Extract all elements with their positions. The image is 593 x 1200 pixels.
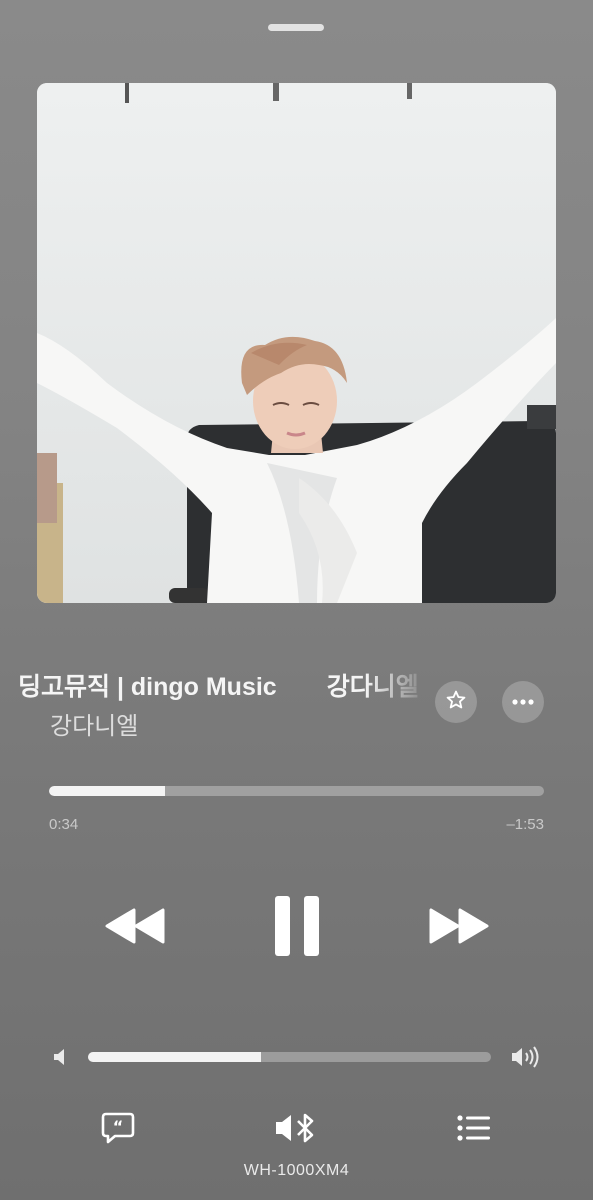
track-title-marquee: 딩고뮤직 | dingo Music 강다니엘 bbox=[0, 665, 430, 705]
fast-forward-icon bbox=[428, 907, 490, 950]
track-title: 딩고뮤직 | dingo Music bbox=[18, 673, 277, 701]
queue-button[interactable] bbox=[454, 1112, 494, 1148]
speaker-low-icon bbox=[52, 1047, 68, 1072]
lyrics-button[interactable]: “ bbox=[98, 1112, 138, 1148]
volume-slider[interactable] bbox=[88, 1052, 491, 1062]
pause-button[interactable] bbox=[268, 895, 326, 962]
volume-level-fill bbox=[88, 1052, 262, 1062]
ellipsis-icon bbox=[511, 693, 535, 711]
bluetooth-speaker-icon bbox=[274, 1112, 318, 1149]
pause-icon bbox=[273, 895, 321, 962]
sheet-grabber[interactable] bbox=[268, 24, 324, 31]
playback-progress-fill bbox=[49, 786, 166, 796]
artist-name[interactable]: 강다니엘 bbox=[50, 706, 138, 741]
album-artwork bbox=[37, 83, 556, 603]
favorite-button[interactable] bbox=[435, 681, 477, 723]
speaker-high-icon bbox=[510, 1045, 542, 1074]
rewind-button[interactable] bbox=[100, 906, 170, 950]
remaining-time: –1:53 bbox=[506, 816, 544, 833]
lyrics-bubble-icon: “ bbox=[100, 1111, 136, 1150]
output-device-name: WH-1000XM4 bbox=[243, 1162, 350, 1179]
rewind-icon bbox=[104, 907, 166, 950]
playback-scrubber[interactable] bbox=[49, 786, 544, 796]
track-title-repeat: 강다니엘 bbox=[326, 673, 419, 701]
star-icon bbox=[445, 689, 467, 716]
more-options-button[interactable] bbox=[502, 681, 544, 723]
queue-list-icon bbox=[456, 1114, 492, 1147]
svg-text:“: “ bbox=[113, 1117, 124, 1136]
audio-output-button[interactable] bbox=[276, 1112, 316, 1148]
fast-forward-button[interactable] bbox=[424, 906, 494, 950]
elapsed-time: 0:34 bbox=[49, 816, 79, 833]
